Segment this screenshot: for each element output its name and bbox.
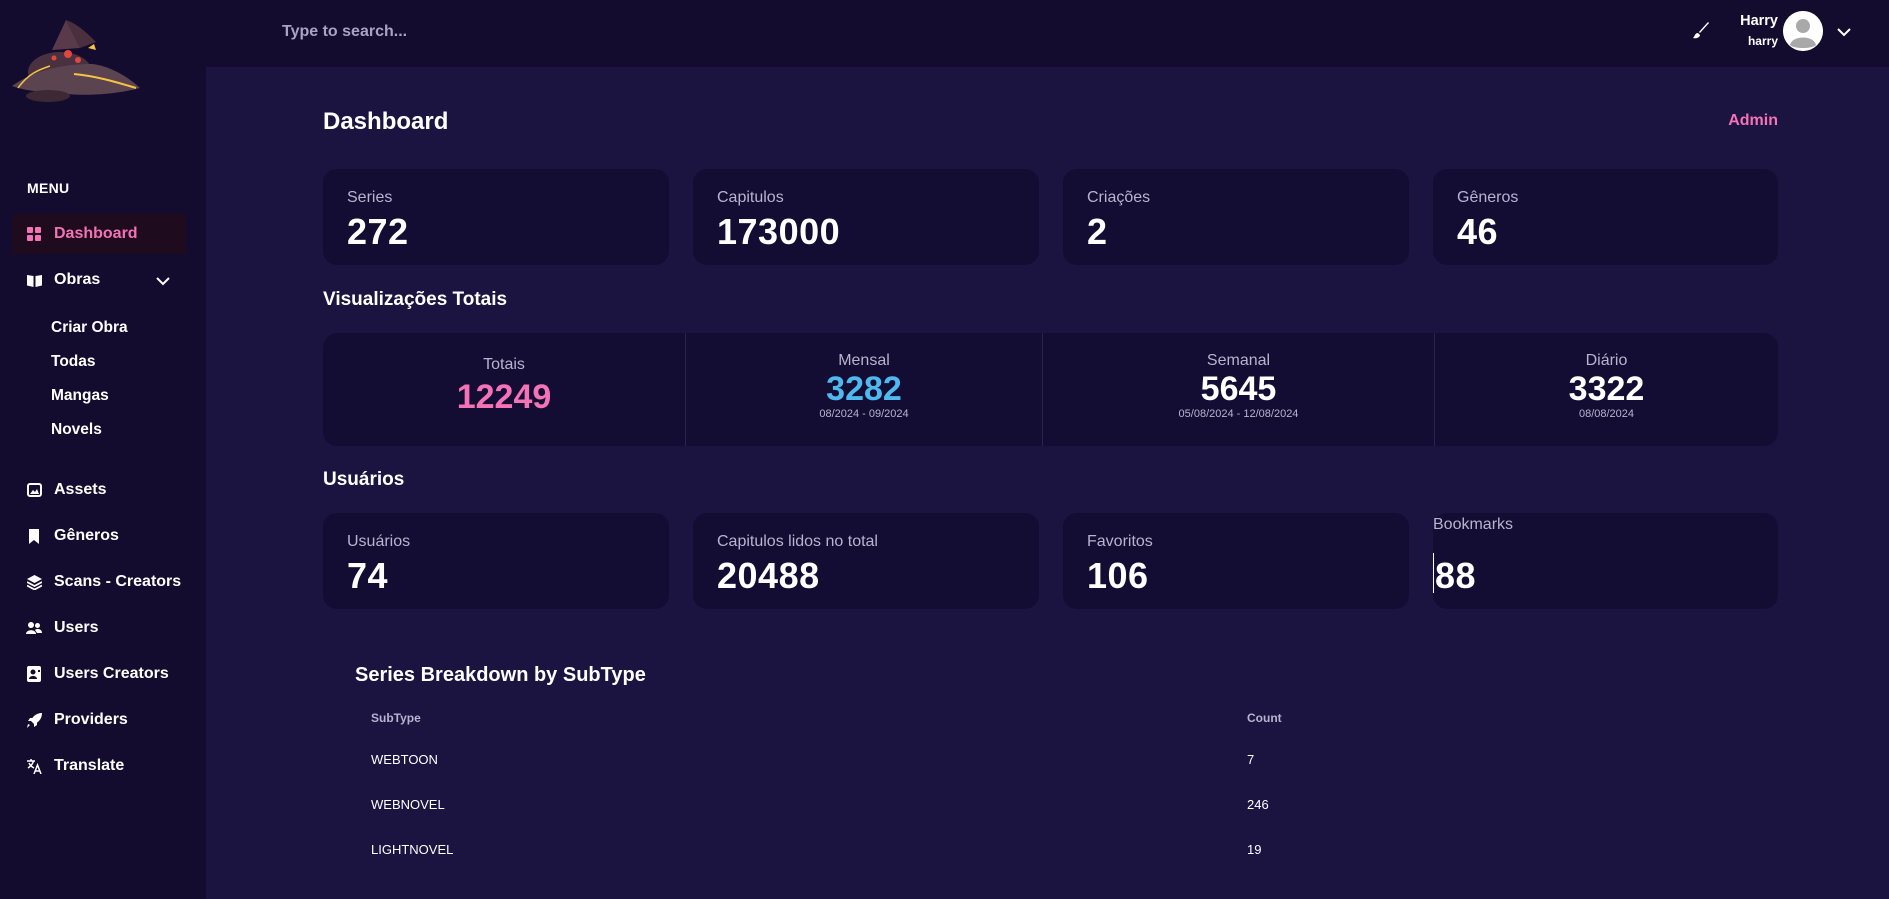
stat-value: 272	[347, 211, 409, 252]
user-name: Harry	[1740, 13, 1778, 29]
sidebar-subitem-mangas[interactable]: Mangas	[51, 387, 109, 405]
sidebar-item-assets[interactable]: Assets	[12, 470, 186, 510]
menu-heading: MENU	[27, 180, 70, 196]
sidebar-item-label: Users Creators	[54, 665, 169, 682]
avatar[interactable]	[1783, 11, 1823, 51]
stat-card-favoritos: Favoritos 106	[1063, 513, 1409, 609]
stat-value: 74	[347, 555, 389, 596]
table-cell-subtype: LIGHTNOVEL	[371, 842, 454, 857]
views-label: Totais	[483, 356, 525, 373]
views-value: 3322	[1568, 370, 1645, 408]
views-range: 08/08/2024	[1578, 408, 1635, 420]
table-header-count: Count	[1247, 711, 1282, 725]
wizard-hat-logo	[12, 20, 140, 102]
sidebar-item-label: Assets	[54, 481, 107, 498]
contact-card-icon	[26, 666, 42, 682]
stat-value: 20488	[717, 555, 820, 596]
sidebar-item-scans-creators[interactable]: Scans - Creators	[12, 562, 186, 602]
paintbrush-icon[interactable]	[1692, 22, 1710, 40]
stat-value: 106	[1087, 555, 1149, 596]
sidebar-subitem-novels[interactable]: Novels	[51, 421, 102, 439]
views-value: 12249	[456, 378, 552, 416]
views-value: 5645	[1200, 370, 1277, 408]
table-cell-subtype: WEBTOON	[371, 752, 438, 767]
sidebar-item-generos[interactable]: Gêneros	[12, 516, 186, 556]
views-card: Totais 12249 Mensal 3282 08/2024 - 09/20…	[323, 333, 1778, 446]
translate-icon	[26, 758, 42, 774]
stat-card-series: Series 272	[323, 169, 669, 265]
image-icon	[26, 482, 42, 498]
table-cell-subtype: WEBNOVEL	[371, 797, 445, 812]
views-section-title: Visualizações Totais	[323, 289, 508, 310]
sidebar-subitem-criar-obra[interactable]: Criar Obra	[51, 319, 128, 337]
views-weekly: Semanal 5645 05/08/2024 - 12/08/2024	[1042, 333, 1434, 446]
stat-label: Capitulos	[717, 189, 784, 206]
stat-label: Series	[347, 189, 393, 206]
stat-value: 46	[1457, 211, 1499, 252]
stat-card-capitulos-lidos: Capitulos lidos no total 20488	[693, 513, 1039, 609]
views-total: Totais 12249	[323, 333, 685, 446]
sidebar: MENU Dashboard Obras Criar Obra Todas Ma…	[0, 0, 206, 899]
rocket-icon	[26, 712, 42, 728]
sidebar-item-users-creators[interactable]: Users Creators	[12, 654, 186, 694]
sidebar-item-label: Gêneros	[54, 527, 119, 544]
sidebar-item-obras[interactable]: Obras	[12, 260, 186, 300]
default-user-icon	[1783, 11, 1823, 51]
sidebar-item-providers[interactable]: Providers	[12, 700, 186, 740]
views-label: Mensal	[838, 352, 890, 369]
stat-value: 173000	[717, 211, 841, 252]
stat-value: 2	[1087, 211, 1108, 252]
admin-link[interactable]: Admin	[1700, 112, 1778, 130]
chevron-down-icon[interactable]	[1837, 24, 1851, 42]
sidebar-item-label: Dashboard	[54, 225, 138, 242]
views-label: Semanal	[1206, 352, 1271, 369]
user-handle: harry	[1747, 34, 1778, 48]
sidebar-item-label: Obras	[54, 271, 101, 288]
sidebar-item-dashboard[interactable]: Dashboard	[12, 214, 186, 254]
views-value: 3282	[826, 370, 902, 408]
sidebar-item-label: Providers	[54, 711, 128, 728]
views-range: 08/2024 - 09/2024	[819, 408, 909, 420]
chevron-down-icon[interactable]	[156, 273, 170, 291]
stat-label: Bookmarks	[1433, 516, 1514, 533]
search-input[interactable]	[282, 18, 642, 46]
sidebar-subitem-todas[interactable]: Todas	[51, 353, 96, 371]
views-daily: Diário 3322 08/08/2024	[1434, 333, 1778, 446]
page-title: Dashboard	[323, 108, 449, 135]
sidebar-item-label: Scans - Creators	[54, 573, 182, 590]
stat-card-capitulos: Capitulos 173000	[693, 169, 1039, 265]
topbar: Harry harry	[206, 0, 1889, 67]
sidebar-item-translate[interactable]: Translate	[12, 746, 186, 786]
stat-value: 88	[1435, 555, 1477, 596]
stat-card-generos: Gêneros 46	[1433, 169, 1778, 265]
stat-label: Criações	[1087, 189, 1151, 206]
views-range: 05/08/2024 - 12/08/2024	[1178, 408, 1299, 420]
bookmark-icon	[26, 528, 42, 544]
stat-label: Usuários	[347, 533, 411, 550]
book-icon	[26, 272, 42, 288]
table-header-subtype: SubType	[371, 711, 421, 725]
sidebar-item-users[interactable]: Users	[12, 608, 186, 648]
users-icon	[26, 620, 42, 636]
sidebar-item-label: Users	[54, 619, 99, 636]
table-cell-count: 19	[1247, 842, 1262, 857]
stat-label: Capitulos lidos no total	[717, 533, 878, 550]
stat-label: Favoritos	[1087, 533, 1153, 550]
stat-label: Gêneros	[1457, 189, 1519, 206]
layers-icon	[26, 574, 42, 590]
views-monthly: Mensal 3282 08/2024 - 09/2024	[685, 333, 1042, 446]
table-title: Series Breakdown by SubType	[355, 664, 646, 686]
users-section-title: Usuários	[323, 469, 405, 490]
views-label: Diário	[1585, 352, 1628, 369]
table-cell-count: 246	[1247, 797, 1269, 812]
stat-card-usuarios: Usuários 74	[323, 513, 669, 609]
table-cell-count: 7	[1247, 752, 1255, 767]
sidebar-item-label: Translate	[54, 757, 125, 774]
stat-card-criacoes: Criações 2	[1063, 169, 1409, 265]
grid-icon	[26, 226, 42, 242]
text-cursor	[1433, 553, 1434, 593]
